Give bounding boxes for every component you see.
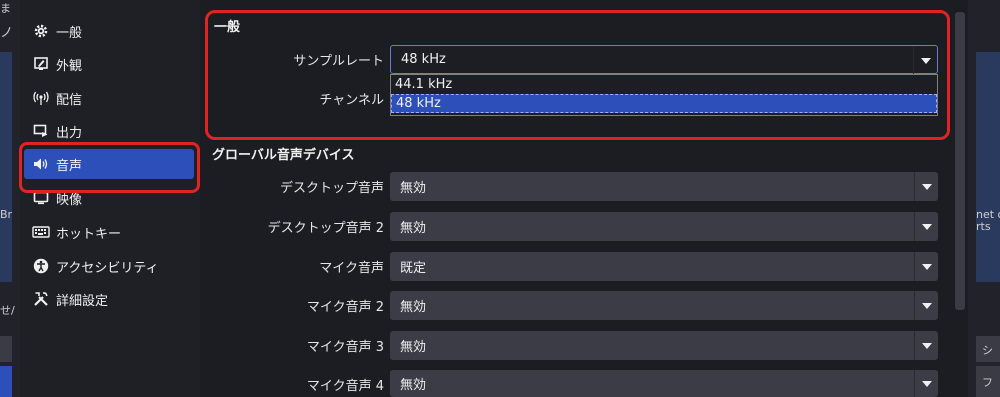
sidebar-item-general[interactable]: 一般 <box>24 16 194 46</box>
content-scrollbar[interactable] <box>955 12 965 310</box>
mic-audio-4-label: マイク音声 4 <box>306 379 384 394</box>
mic-audio-select[interactable]: 既定 <box>390 252 938 281</box>
sample-rate-label: サンプルレート <box>293 54 384 69</box>
sidebar-item-label: 音声 <box>56 158 83 174</box>
desktop-audio-label: デスクトップ音声 <box>279 181 384 196</box>
sidebar-item-video[interactable]: 映像 <box>24 183 194 213</box>
bg-fragment: ノ <box>0 26 14 41</box>
broadcast-icon <box>32 89 50 107</box>
sample-rate-option-selected[interactable]: 48 kHz <box>391 94 937 113</box>
sidebar-item-stream[interactable]: 配信 <box>24 83 194 113</box>
global-audio-section-title: グローバル音声デバイス <box>212 148 355 163</box>
select-value: 無効 <box>400 300 427 315</box>
sidebar-item-appearance[interactable]: 外観 <box>24 49 194 79</box>
bg-fragment: シ <box>982 344 993 357</box>
chevron-down-icon[interactable] <box>914 172 938 201</box>
appearance-icon <box>32 55 50 73</box>
sidebar-item-accessibility[interactable]: アクセシビリティ <box>24 251 194 281</box>
chevron-down-icon[interactable] <box>914 212 938 241</box>
select-value: 既定 <box>400 261 427 276</box>
speaker-icon <box>32 155 50 173</box>
chevron-down-icon[interactable] <box>914 331 938 360</box>
desktop-audio-select[interactable]: 無効 <box>390 172 938 201</box>
mic-audio-4-select[interactable]: 無効 <box>390 370 938 397</box>
select-value: 無効 <box>400 221 427 236</box>
desktop-audio-2-select[interactable]: 無効 <box>390 212 938 241</box>
sample-rate-select[interactable]: 48 kHz <box>390 45 938 75</box>
bg-preview <box>0 52 12 282</box>
mic-audio-3-label: マイク音声 3 <box>306 340 384 355</box>
sidebar-item-advanced[interactable]: 詳細設定 <box>24 284 194 314</box>
sidebar-item-label: 詳細設定 <box>56 293 109 309</box>
bg-fragment: rts <box>976 220 991 233</box>
sidebar-item-output[interactable]: 出力 <box>24 116 194 146</box>
sidebar-item-label: 配信 <box>56 92 83 108</box>
mic-audio-2-label: マイク音声 2 <box>306 300 384 315</box>
sidebar-item-label: 外観 <box>56 58 83 74</box>
sample-rate-value: 48 kHz <box>401 52 446 67</box>
sidebar-item-label: アクセシビリティ <box>56 260 159 276</box>
select-value: 無効 <box>400 340 427 355</box>
bg-fragment: ま <box>0 2 11 15</box>
gear-icon <box>32 22 50 40</box>
bg-fragment: Br <box>0 208 13 221</box>
sidebar-item-label: ホットキー <box>56 226 122 242</box>
chevron-down-icon[interactable] <box>914 370 938 397</box>
chevron-down-icon[interactable] <box>914 252 938 281</box>
bg-preview <box>976 52 1000 282</box>
mic-audio-2-select[interactable]: 無効 <box>390 291 938 320</box>
select-value: 無効 <box>400 378 427 393</box>
channel-label: チャンネル <box>319 93 384 108</box>
output-icon <box>32 122 50 140</box>
sidebar-item-audio[interactable]: 音声 <box>24 149 194 179</box>
sample-rate-dropdown: 44.1 kHz 48 kHz <box>390 74 938 116</box>
bg-fragment: フ <box>982 376 993 389</box>
sidebar-item-label: 一般 <box>56 25 83 41</box>
bg-bar <box>0 336 12 362</box>
background-window-right: net o rts シ フ <box>968 0 1000 397</box>
mic-audio-label: マイク音声 <box>319 261 384 276</box>
general-section-title: 一般 <box>214 20 241 35</box>
select-value: 無効 <box>400 181 427 196</box>
background-window-left: ま ノ Br せ/ <box>0 0 20 397</box>
chevron-down-icon[interactable] <box>913 46 937 75</box>
chevron-down-icon[interactable] <box>914 291 938 320</box>
desktop-audio-2-label: デスクトップ音声 2 <box>267 221 384 236</box>
keyboard-icon <box>32 223 50 241</box>
accessibility-icon <box>32 257 50 275</box>
bg-fragment: せ/ <box>0 304 15 317</box>
settings-sidebar: 一般 外観 配信 出力 音声 映像 ホットキー アクセシビリティ 詳細設定 <box>20 0 200 397</box>
monitor-icon <box>32 189 50 207</box>
sidebar-item-label: 映像 <box>56 192 83 208</box>
bg-bar <box>0 366 12 397</box>
sidebar-item-label: 出力 <box>56 125 83 141</box>
sidebar-item-hotkeys[interactable]: ホットキー <box>24 217 194 247</box>
mic-audio-3-select[interactable]: 無効 <box>390 331 938 360</box>
tools-icon <box>32 290 50 308</box>
sample-rate-option[interactable]: 44.1 kHz <box>391 75 937 94</box>
